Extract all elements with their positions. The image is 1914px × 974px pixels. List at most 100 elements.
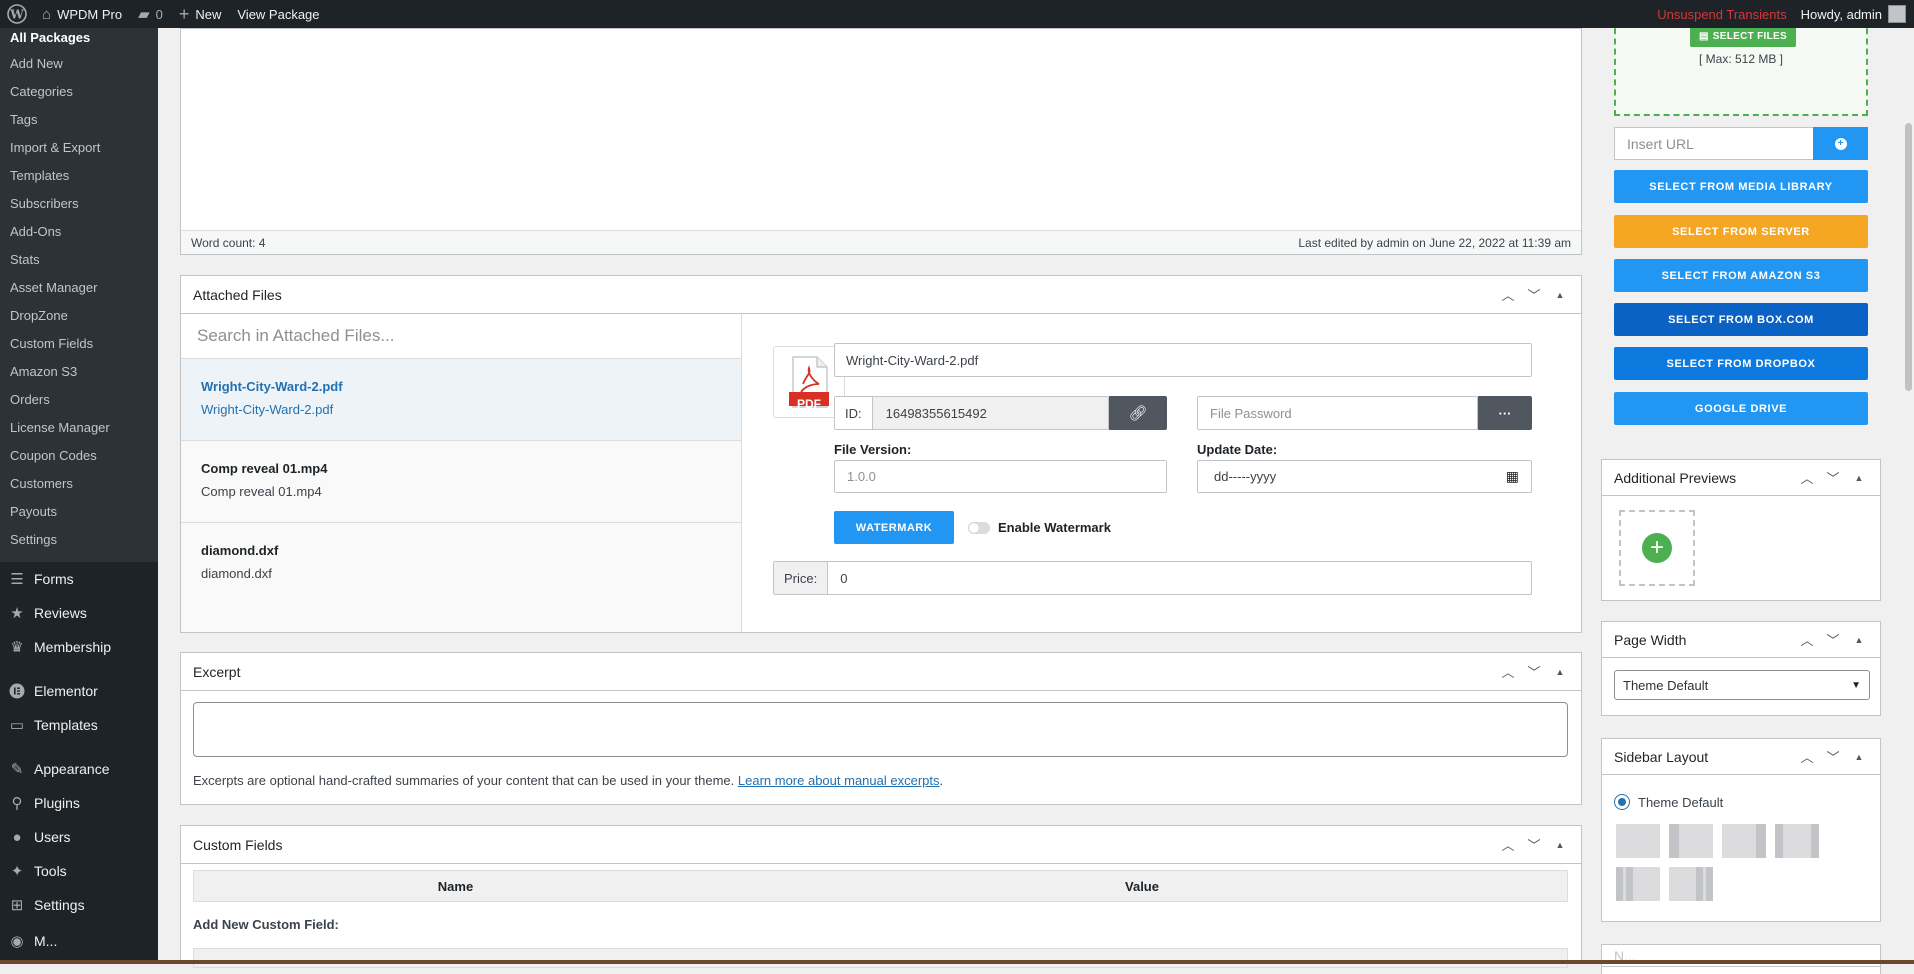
submenu-dropzone[interactable]: DropZone	[0, 302, 158, 330]
site-name-link[interactable]: ⌂ WPDM Pro	[34, 0, 130, 28]
calendar-icon[interactable]: ▦	[1506, 468, 1519, 485]
collapse-toggle-icon[interactable]: ▲	[1846, 744, 1872, 770]
layout-option-two-right-sidebars[interactable]	[1669, 867, 1713, 901]
submenu-all-packages[interactable]: All Packages	[0, 28, 158, 50]
submenu-customers[interactable]: Customers	[0, 470, 158, 498]
excerpt-textarea[interactable]	[193, 702, 1568, 757]
attached-file-item[interactable]: Wright-City-Ward-2.pdf Wright-City-Ward-…	[181, 359, 741, 441]
view-package-link[interactable]: View Package	[229, 0, 327, 28]
theme-default-label: Theme Default	[1638, 794, 1724, 810]
move-up-icon[interactable]: ︿	[1794, 627, 1820, 653]
avatar[interactable]	[1888, 5, 1906, 23]
menu-settings[interactable]: ⊞ Settings	[0, 888, 158, 922]
submenu-license-manager[interactable]: License Manager	[0, 414, 158, 442]
attached-file-item[interactable]: diamond.dxf diamond.dxf	[181, 523, 741, 605]
copy-link-button[interactable]: 🔗︎	[1109, 396, 1167, 430]
wordpress-logo-icon[interactable]: W	[0, 0, 34, 28]
menu-appearance[interactable]: ✎ Appearance	[0, 752, 158, 786]
star-icon: ★	[10, 605, 24, 622]
menu-plugins[interactable]: ⚲ Plugins	[0, 786, 158, 820]
attached-files-search-input[interactable]: Search in Attached Files...	[181, 314, 741, 359]
move-down-icon[interactable]: ﹀	[1521, 832, 1547, 858]
select-from-box-button[interactable]: SELECT FROM BOX.COM	[1614, 303, 1868, 336]
menu-forms[interactable]: ☰ Forms	[0, 562, 158, 596]
price-value[interactable]: 0	[828, 571, 847, 586]
move-up-icon[interactable]: ︿	[1794, 465, 1820, 491]
file-version-input[interactable]: 1.0.0	[834, 460, 1167, 493]
submenu-amazon-s3[interactable]: Amazon S3	[0, 358, 158, 386]
page-scrollbar[interactable]	[1903, 28, 1914, 964]
submenu-stats[interactable]: Stats	[0, 246, 158, 274]
move-down-icon[interactable]: ﹀	[1820, 627, 1846, 653]
file-title-value: Wright-City-Ward-2.pdf	[846, 352, 979, 368]
add-circle-icon: +	[1834, 137, 1847, 150]
select-from-dropbox-button[interactable]: SELECT FROM DROPBOX	[1614, 347, 1868, 380]
scrollbar-thumb[interactable]	[1905, 123, 1912, 391]
enable-watermark-toggle[interactable]	[968, 522, 990, 534]
file-password-input[interactable]: File Password	[1197, 396, 1478, 430]
menu-more[interactable]: ◉ M...	[0, 924, 158, 958]
select-from-server-button[interactable]: SELECT FROM SERVER	[1614, 215, 1868, 248]
menu-appearance-label: Appearance	[34, 761, 110, 777]
submenu-import-export[interactable]: Import & Export	[0, 134, 158, 162]
move-down-icon[interactable]: ﹀	[1820, 744, 1846, 770]
file-drop-zone[interactable]: ▤ SELECT FILES [ Max: 512 MB ]	[1614, 18, 1868, 116]
collapse-toggle-icon[interactable]: ▲	[1846, 465, 1872, 491]
submenu-asset-manager[interactable]: Asset Manager	[0, 274, 158, 302]
submenu-categories[interactable]: Categories	[0, 78, 158, 106]
page-width-select[interactable]: Theme Default ▼	[1614, 670, 1870, 700]
layout-option-left-sidebar[interactable]	[1669, 824, 1713, 858]
learn-more-excerpts-link[interactable]: Learn more about manual excerpts	[738, 773, 940, 788]
select-from-media-library-button[interactable]: SELECT FROM MEDIA LIBRARY	[1614, 170, 1868, 203]
menu-elementor[interactable]: Elementor	[0, 674, 158, 708]
layout-option-two-left-sidebars[interactable]	[1616, 867, 1660, 901]
submenu-tags[interactable]: Tags	[0, 106, 158, 134]
submenu-settings[interactable]: Settings	[0, 526, 158, 554]
collapse-toggle-icon[interactable]: ▲	[1547, 832, 1573, 858]
add-preview-button[interactable]: +	[1619, 510, 1695, 586]
layout-option-no-sidebar[interactable]	[1616, 824, 1660, 858]
howdy-link[interactable]: Howdy, admin	[1801, 7, 1882, 22]
submenu-templates[interactable]: Templates	[0, 162, 158, 190]
layout-option-right-sidebar[interactable]	[1722, 824, 1766, 858]
submenu-add-new[interactable]: Add New	[0, 50, 158, 78]
move-down-icon[interactable]: ﹀	[1521, 659, 1547, 685]
watermark-button[interactable]: WATERMARK	[834, 511, 954, 544]
move-down-icon[interactable]: ﹀	[1820, 465, 1846, 491]
select-from-amazon-s3-button[interactable]: SELECT FROM AMAZON S3	[1614, 259, 1868, 292]
collapse-toggle-icon[interactable]: ▲	[1547, 282, 1573, 308]
insert-url-button[interactable]: +	[1813, 127, 1868, 160]
attached-file-name: Wright-City-Ward-2.pdf	[201, 379, 343, 394]
menu-membership[interactable]: ♛ Membership	[0, 630, 158, 664]
file-title-input[interactable]: Wright-City-Ward-2.pdf	[834, 343, 1532, 377]
move-up-icon[interactable]: ︿	[1495, 282, 1521, 308]
submenu-coupon-codes[interactable]: Coupon Codes	[0, 442, 158, 470]
layout-option-both-sidebars[interactable]	[1775, 824, 1819, 858]
move-down-icon[interactable]: ﹀	[1521, 282, 1547, 308]
submenu-payouts[interactable]: Payouts	[0, 498, 158, 526]
menu-templates[interactable]: ▭ Templates	[0, 708, 158, 742]
move-up-icon[interactable]: ︿	[1794, 744, 1820, 770]
move-up-icon[interactable]: ︿	[1495, 832, 1521, 858]
submenu-subscribers[interactable]: Subscribers	[0, 190, 158, 218]
submenu-orders[interactable]: Orders	[0, 386, 158, 414]
move-up-icon[interactable]: ︿	[1495, 659, 1521, 685]
google-drive-button[interactable]: GOOGLE DRIVE	[1614, 392, 1868, 425]
theme-default-radio[interactable]: Theme Default	[1614, 794, 1723, 810]
new-content-link[interactable]: + New	[171, 0, 230, 28]
menu-users[interactable]: ● Users	[0, 820, 158, 854]
update-date-input[interactable]: dd-----yyyy ▦	[1197, 460, 1532, 493]
collapse-toggle-icon[interactable]: ▲	[1547, 659, 1573, 685]
comments-link[interactable]: ▰ 0	[130, 0, 171, 28]
generate-password-button[interactable]: ···	[1478, 396, 1532, 430]
select-files-button[interactable]: ▤ SELECT FILES	[1690, 25, 1796, 47]
menu-reviews[interactable]: ★ Reviews	[0, 596, 158, 630]
collapse-toggle-icon[interactable]: ▲	[1846, 627, 1872, 653]
attached-file-item[interactable]: Comp reveal 01.mp4 Comp reveal 01.mp4	[181, 441, 741, 523]
submenu-custom-fields[interactable]: Custom Fields	[0, 330, 158, 358]
unsuspend-transients-link[interactable]: Unsuspend Transients	[1643, 7, 1800, 22]
editor-textarea[interactable]	[181, 29, 1581, 231]
insert-url-input[interactable]: Insert URL	[1614, 127, 1813, 160]
menu-tools[interactable]: ✦ Tools	[0, 854, 158, 888]
submenu-add-ons[interactable]: Add-Ons	[0, 218, 158, 246]
